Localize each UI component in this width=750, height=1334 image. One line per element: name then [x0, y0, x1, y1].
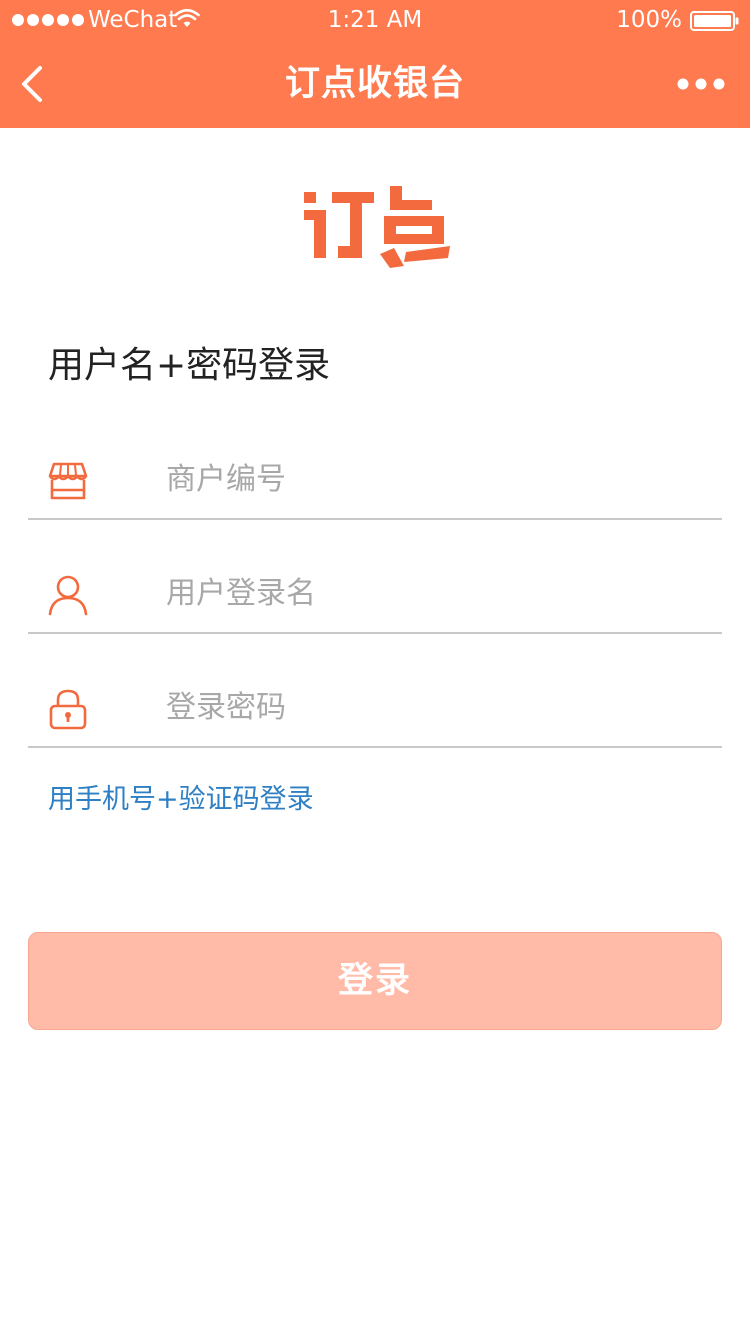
header: WeChat 1:21 AM 100% 订点收银台: [0, 0, 750, 128]
password-field: [28, 666, 722, 748]
login-button[interactable]: 登录: [28, 932, 722, 1030]
nav-bar: 订点收银台: [0, 40, 750, 128]
brand-logo: [304, 186, 450, 268]
merchant-id-field: [28, 438, 722, 520]
merchant-id-input[interactable]: [166, 456, 706, 502]
section-title: 用户名+密码登录: [48, 345, 331, 386]
username-input[interactable]: [166, 570, 706, 616]
user-icon: [48, 575, 88, 616]
battery-percentage: 100%: [616, 7, 682, 33]
username-field: [28, 552, 722, 634]
battery-icon: [690, 11, 739, 31]
status-bar: WeChat 1:21 AM 100%: [0, 0, 750, 40]
store-icon: [48, 462, 88, 500]
page-title: 订点收银台: [284, 64, 465, 104]
phone-login-link[interactable]: 用手机号+验证码登录: [48, 780, 314, 820]
more-dots-icon[interactable]: [676, 70, 726, 98]
lock-icon: [49, 689, 87, 730]
password-input[interactable]: [166, 684, 706, 730]
